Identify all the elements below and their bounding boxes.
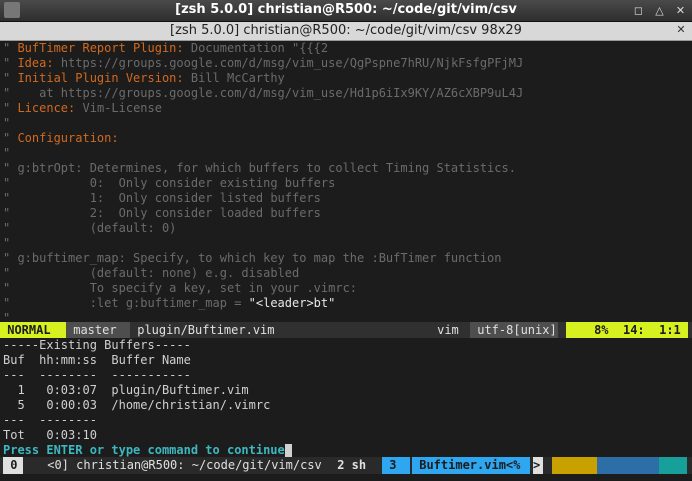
editor-line: " (3, 236, 11, 250)
terminal-content[interactable]: " BufTimer Report Plugin: Documentation … (0, 41, 692, 481)
editor-line: " g:btrOpt: Determines, for which buffer… (3, 161, 516, 175)
cursor-position: 8% 14: 1:1 (566, 322, 688, 338)
editor-line: " To specify a key, set in your .vimrc: (3, 281, 358, 295)
editor-line: " (default: none) e.g. disabled (3, 266, 300, 280)
editor-line: " Initial Plugin Version: Bill McCarthy (3, 71, 285, 85)
tmux-window-info: <0] christian@R500: ~/code/git/vim/csv (40, 458, 329, 472)
output-line: 1 0:03:07 plugin/Buftimer.vim (3, 383, 249, 397)
editor-line: " Configuration: (3, 131, 119, 145)
prompt-text: Press ENTER or type command to continue (3, 443, 285, 457)
tmux-statusbar: 0 <0] christian@R500: ~/code/git/vim/csv… (0, 457, 692, 474)
editor-line: " 1: Only consider listed buffers (3, 191, 321, 205)
tmux-arrow: > (533, 457, 543, 474)
tmux-session[interactable]: 0 (3, 457, 23, 474)
window-title: [zsh 5.0.0] christian@R500: ~/code/git/v… (175, 2, 517, 17)
title-bar[interactable]: [zsh 5.0.0] christian@R500: ~/code/git/v… (0, 0, 692, 22)
editor-line: " at https://groups.google.com/d/msg/vim… (3, 86, 524, 100)
editor-line: " BufTimer Report Plugin: Documentation … (3, 41, 329, 55)
vim-statusline: NORMAL master plugin/Buftimer.vim vim ut… (0, 322, 692, 338)
tab-close-icon[interactable]: ✕ (674, 23, 688, 37)
tmux-color-block-1 (552, 457, 597, 474)
editor-line: " 0: Only consider existing buffers (3, 176, 336, 190)
editor-line: " (default: 0) (3, 221, 177, 235)
git-branch: master (66, 322, 130, 338)
continue-prompt[interactable]: Press ENTER or type command to continue (3, 443, 292, 458)
editor-line: " :let g:buftimer_map = "<leader>bt" (3, 296, 336, 310)
terminal-tab[interactable]: [zsh 5.0.0] christian@R500: ~/code/git/v… (0, 22, 692, 41)
tmux-shell-count: 2 sh (330, 458, 374, 472)
editor-line: " (3, 116, 11, 130)
output-line: --- -------- ----------- (3, 368, 191, 382)
editor-line: " Idea: https://groups.google.com/d/msg/… (3, 56, 524, 70)
cursor-block (284, 444, 292, 457)
editor-line: " (3, 146, 11, 160)
tmux-color-block-4 (659, 457, 687, 474)
editor-line: " g:buftimer_map: Specify, to which key … (3, 251, 502, 265)
output-line: --- -------- (3, 413, 97, 427)
terminal-window: [zsh 5.0.0] christian@R500: ~/code/git/v… (0, 0, 692, 481)
editor-line: " Licence: Vim-License (3, 101, 162, 115)
output-line: 5 0:00:03 /home/christian/.vimrc (3, 398, 271, 412)
tmux-window-number[interactable]: 3 (382, 457, 410, 474)
tmux-window-name[interactable]: Buftimer.vim<% (412, 457, 530, 474)
maximize-icon[interactable]: △ (652, 3, 667, 18)
output-line: Tot 0:03:10 (3, 428, 97, 442)
tab-title: [zsh 5.0.0] christian@R500: ~/code/git/v… (170, 23, 522, 38)
output-line: -----Existing Buffers----- (3, 338, 191, 352)
file-encoding: utf-8[unix] (470, 322, 564, 338)
output-line: Buf hh:mm:ss Buffer Name (3, 353, 191, 367)
tmux-color-block-3 (597, 457, 659, 474)
file-name: plugin/Buftimer.vim (130, 323, 275, 337)
filetype: vim (437, 323, 466, 337)
close-icon[interactable]: ✕ (673, 3, 688, 18)
mode-indicator: NORMAL (0, 322, 66, 338)
editor-line: " 2: Only consider loaded buffers (3, 206, 321, 220)
minimize-icon[interactable]: ◻ (631, 3, 646, 18)
